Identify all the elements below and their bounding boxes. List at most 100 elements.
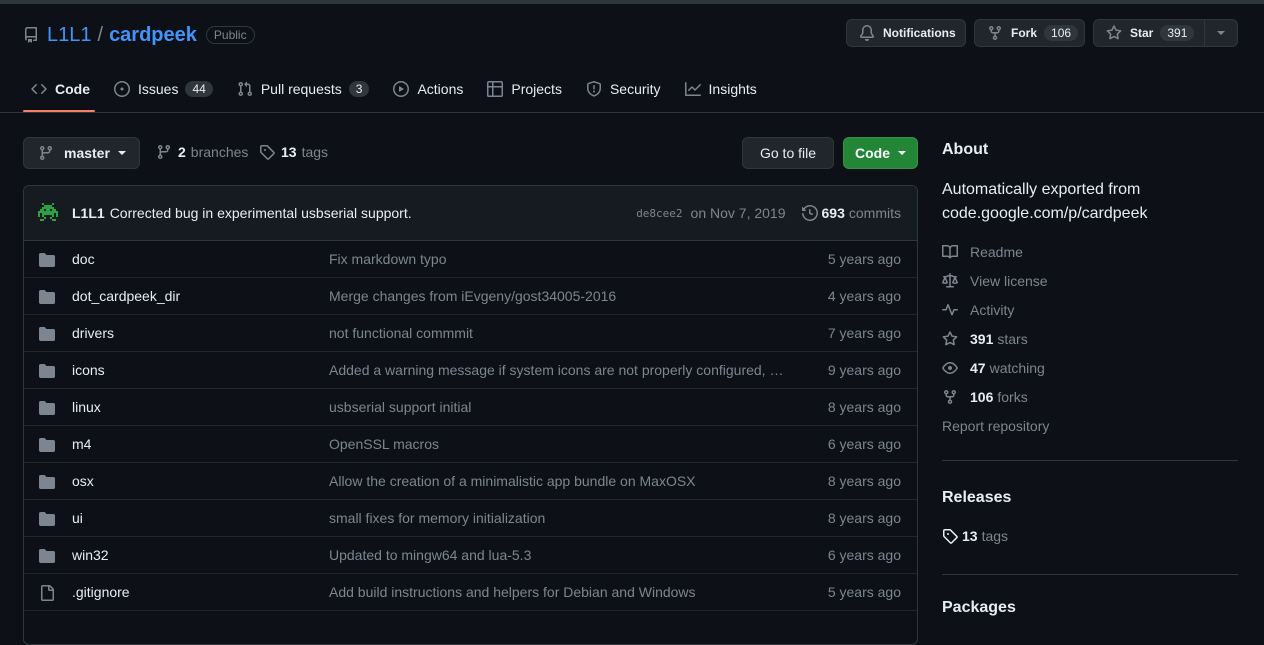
tags-link[interactable]: 13 tags: [259, 144, 328, 160]
report-repository-link[interactable]: Report repository: [942, 416, 1049, 436]
repo-separator: /: [97, 23, 104, 46]
file-age: 8 years ago: [827, 399, 901, 415]
releases-heading[interactable]: Releases: [942, 489, 1011, 507]
file-row[interactable]: .gitignore Add build instructions and hel…: [24, 574, 917, 611]
repo-nav-tabs: Code Issues 44 Pull requests 3 Actions P…: [23, 74, 773, 112]
file-row[interactable]: dot_cardpeek_dir Merge changes from iEvge…: [24, 278, 917, 315]
tab-issues[interactable]: Issues 44: [106, 74, 221, 104]
file-row[interactable]: drivers not functional commmit 7 years ago: [24, 315, 917, 352]
file-commit-message-link[interactable]: small fixes for memory initialization: [329, 510, 784, 526]
activity-link[interactable]: Activity: [942, 300, 1014, 320]
tab-insights[interactable]: Insights: [677, 74, 765, 104]
file-name-link[interactable]: win32: [72, 547, 109, 563]
file-name-link[interactable]: dot_cardpeek_dir: [72, 288, 180, 304]
chevron-down-icon: [1217, 31, 1225, 35]
chevron-down-icon: [898, 151, 906, 155]
code-dropdown-button[interactable]: Code: [843, 137, 918, 169]
file-commit-message-link[interactable]: Updated to mingw64 and lua-5.3: [329, 547, 784, 563]
tab-projects[interactable]: Projects: [479, 74, 570, 104]
star-button[interactable]: Star 391: [1093, 19, 1238, 47]
stars-count: 391: [970, 331, 994, 347]
repo-icon: [23, 27, 39, 43]
file-row[interactable]: osx Allow the creation of a minimalistic …: [24, 463, 917, 500]
file-commit-message-link[interactable]: Fix markdown typo: [329, 251, 784, 267]
file-age: 8 years ago: [827, 510, 901, 526]
nav-divider: [0, 112, 1264, 113]
file-name-link[interactable]: drivers: [72, 325, 114, 341]
folder-icon: [39, 437, 55, 453]
readme-label: Readme: [970, 244, 1023, 260]
tab-security[interactable]: Security: [578, 74, 669, 104]
file-browser: L1L1 Corrected bug in experimental usbse…: [23, 185, 918, 645]
fork-button[interactable]: Fork 106: [974, 19, 1085, 47]
tab-code-label: Code: [55, 81, 90, 97]
notifications-button[interactable]: Notifications: [846, 19, 966, 47]
file-name-link[interactable]: icons: [72, 362, 105, 378]
file-row[interactable]: icons Added a warning message if system i…: [24, 352, 917, 389]
file-commit-message-link[interactable]: not functional commmit: [329, 325, 784, 341]
folder-icon: [39, 252, 55, 268]
shield-icon: [586, 81, 602, 97]
file-row[interactable]: linux usbserial support initial 8 years ag…: [24, 389, 917, 426]
commits-history-link[interactable]: 693 commits: [801, 205, 901, 221]
releases-tags-count: 13: [962, 528, 978, 544]
file-commit-message-link[interactable]: Allow the creation of a minimalistic app…: [329, 473, 784, 489]
forks-link[interactable]: 106 forks: [942, 387, 1028, 407]
tab-actions-label: Actions: [417, 81, 464, 97]
file-name-link[interactable]: doc: [72, 251, 95, 267]
tab-pull-requests[interactable]: Pull requests 3: [229, 74, 378, 104]
star-dropdown-button[interactable]: [1204, 20, 1237, 46]
repo-name-link[interactable]: cardpeek: [109, 24, 197, 47]
go-to-file-button[interactable]: Go to file: [742, 137, 834, 169]
code-button-label: Code: [855, 145, 890, 161]
tab-actions[interactable]: Actions: [385, 74, 471, 104]
file-name-link[interactable]: linux: [72, 399, 101, 415]
file-row[interactable]: doc Fix markdown typo 5 years ago: [24, 241, 917, 278]
license-link[interactable]: View license: [942, 271, 1048, 291]
play-icon: [393, 81, 410, 97]
tag-icon: [942, 528, 958, 544]
file-row[interactable]: win32 Updated to mingw64 and lua-5.3 6 yea…: [24, 537, 917, 574]
file-commit-message-link[interactable]: Merge changes from iEvgeny/gost34005-201…: [329, 288, 784, 304]
law-icon: [942, 273, 958, 289]
license-label: View license: [970, 273, 1048, 289]
file-name-link[interactable]: m4: [72, 436, 91, 452]
commit-sha-link[interactable]: de8cee2: [636, 207, 682, 220]
commit-message-link[interactable]: Corrected bug in experimental usbserial …: [110, 205, 412, 221]
folder-icon: [39, 548, 55, 564]
about-heading: About: [942, 141, 989, 158]
file-commit-message-link[interactable]: Add build instructions and helpers for D…: [329, 584, 784, 600]
file-row[interactable]: ui small fixes for memory initialization 8…: [24, 500, 917, 537]
file-commit-message-link[interactable]: usbserial support initial: [329, 399, 784, 415]
tab-issues-count: 44: [185, 81, 213, 97]
file-row[interactable]: m4 OpenSSL macros 6 years ago: [24, 426, 917, 463]
releases-tags-link[interactable]: 13 tags: [942, 526, 1008, 546]
packages-heading[interactable]: Packages: [942, 599, 1016, 617]
latest-commit-bar: L1L1 Corrected bug in experimental usbse…: [24, 186, 917, 241]
file-age: 7 years ago: [827, 325, 901, 341]
table-icon: [487, 81, 504, 97]
fork-icon: [942, 389, 958, 405]
file-name-link[interactable]: osx: [72, 473, 94, 489]
repo-owner-link[interactable]: L1L1: [47, 24, 92, 47]
file-icon: [39, 585, 55, 601]
stars-link[interactable]: 391 stars: [942, 329, 1028, 349]
commits-label: commits: [848, 205, 901, 221]
file-commit-message-link[interactable]: Added a warning message if system icons …: [329, 362, 784, 378]
file-name-link[interactable]: ui: [72, 510, 83, 526]
visibility-badge: Public: [205, 26, 255, 44]
readme-link[interactable]: Readme: [942, 242, 1023, 262]
watchers-link[interactable]: 47 watching: [942, 358, 1045, 378]
graph-icon: [684, 81, 701, 97]
file-age: 6 years ago: [827, 436, 901, 452]
file-commit-message-link[interactable]: OpenSSL macros: [329, 436, 784, 452]
file-name-link[interactable]: .gitignore: [72, 584, 130, 600]
tab-code[interactable]: Code: [23, 74, 98, 104]
commit-author-link[interactable]: L1L1: [72, 205, 105, 221]
branches-link[interactable]: 2 branches: [156, 144, 248, 160]
file-age: 5 years ago: [827, 251, 901, 267]
branch-selector[interactable]: master: [23, 137, 140, 169]
stars-label: stars: [997, 331, 1028, 347]
avatar[interactable]: [36, 201, 60, 225]
tab-pull-requests-count: 3: [348, 81, 370, 97]
